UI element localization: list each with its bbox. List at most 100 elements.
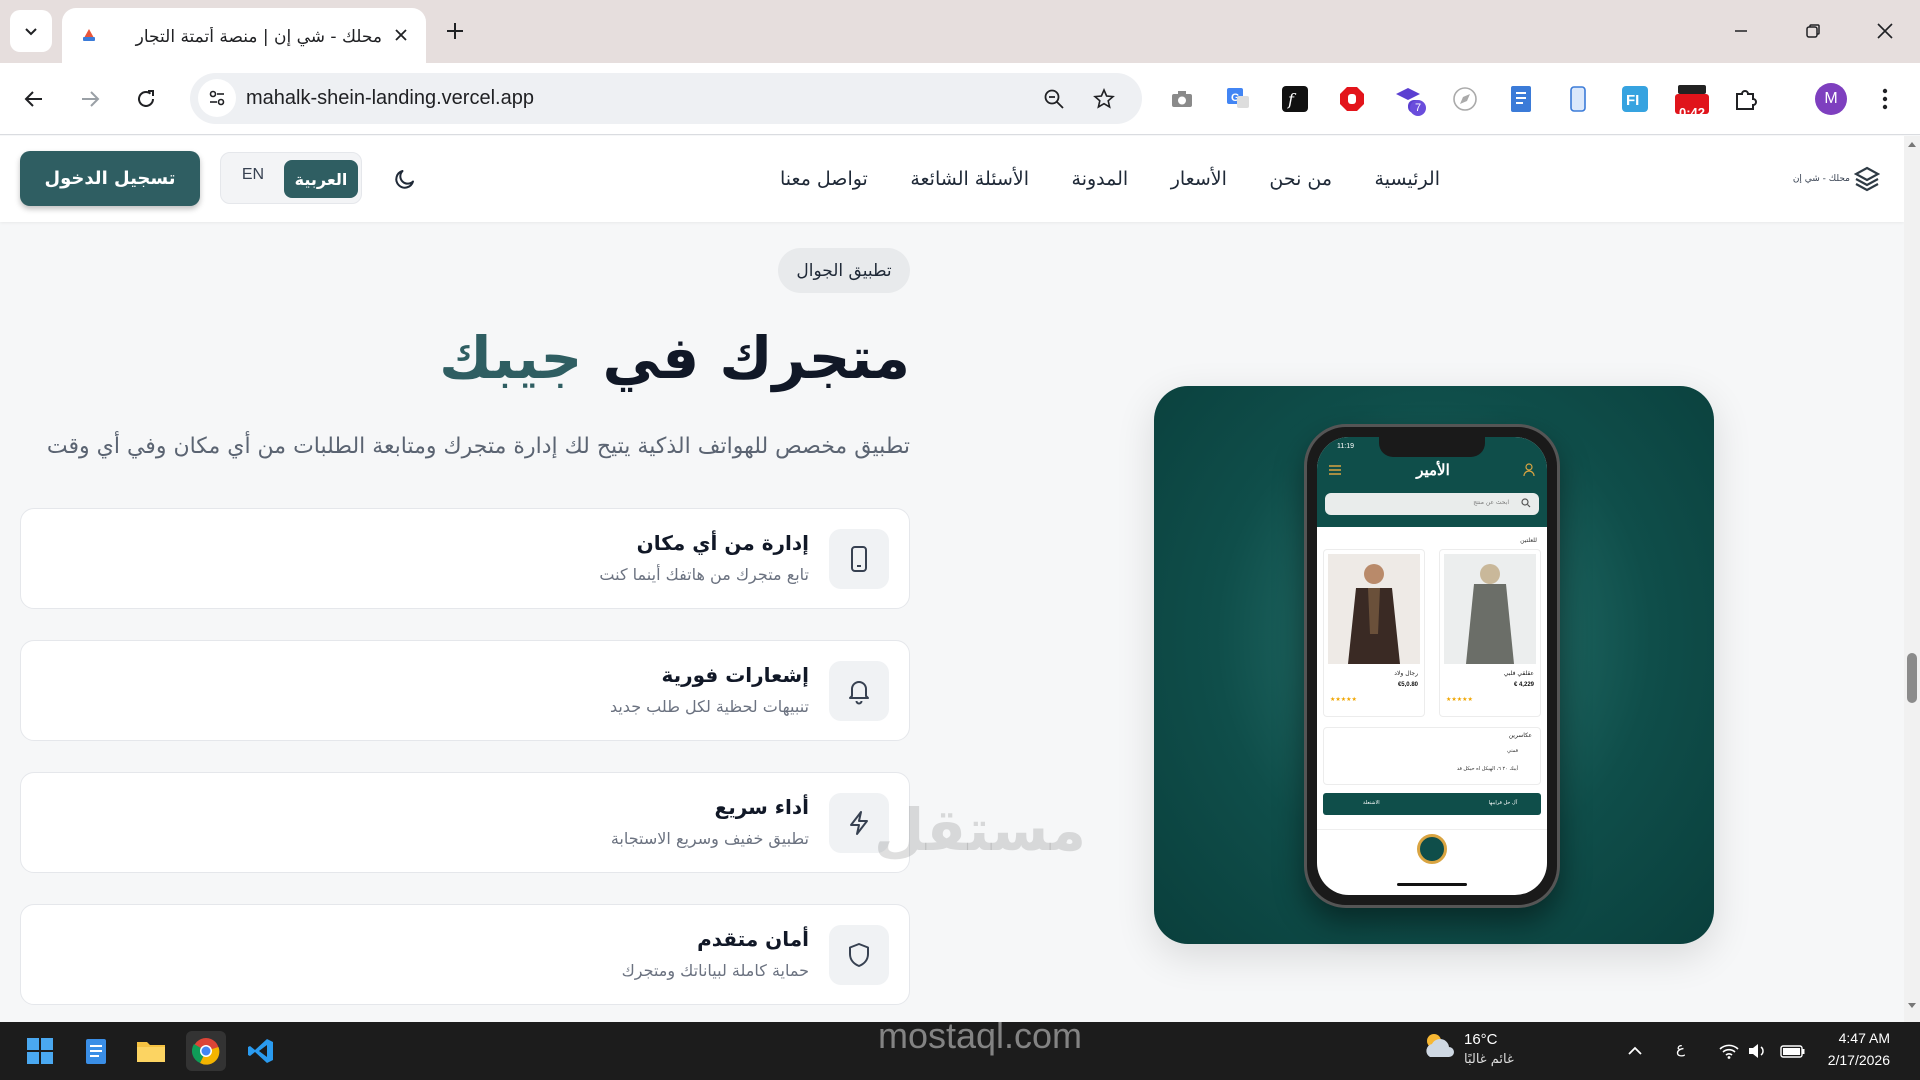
weather-cloud-icon[interactable] <box>1420 1030 1456 1060</box>
phone-frame: 11:19 الأمير ابحث عن منتج للعلتين رجال و… <box>1304 424 1560 908</box>
adblock-extension-icon[interactable] <box>1335 82 1369 116</box>
arrow-left-icon <box>24 91 42 107</box>
theme-toggle-button[interactable] <box>390 164 420 194</box>
headline-main: متجرك في <box>602 324 910 392</box>
feature-title: أداء سريع <box>714 795 809 819</box>
feature-desc: تنبيهات لحظية لكل طلب جديد <box>609 697 809 716</box>
feature-desc: حماية كاملة لبياناتك ومتجرك <box>621 961 809 980</box>
close-tab-icon[interactable] <box>390 24 412 46</box>
address-bar[interactable]: mahalk-shein-landing.vercel.app <box>190 73 1142 124</box>
compass-extension-icon[interactable] <box>1448 82 1482 116</box>
clock-time[interactable]: 4:47 AM <box>1800 1030 1890 1046</box>
site-info-button[interactable] <box>198 79 236 117</box>
scroll-down-icon[interactable] <box>1907 1002 1917 1010</box>
camera-extension-icon[interactable] <box>1165 82 1199 116</box>
site-favicon-icon <box>80 26 98 44</box>
app-user-icon <box>1523 463 1535 477</box>
tab-title: محلك - شي إن | منصة أتمتة التجار <box>135 27 382 47</box>
smartphone-icon <box>851 546 867 572</box>
notepad-app[interactable] <box>76 1031 116 1071</box>
web-page: تسجيل الدخول EN العربية الرئيسية من نحن … <box>0 136 1904 1022</box>
logo-icon <box>1854 166 1880 192</box>
chrome-icon <box>191 1038 220 1065</box>
feature-desc: تطبيق خفيف وسريع الاستجابة <box>610 829 809 848</box>
plus-icon <box>447 23 463 39</box>
menu-kebab-icon[interactable] <box>1868 82 1902 116</box>
new-tab-button[interactable] <box>441 17 469 45</box>
extension-badge: 7 <box>1410 100 1426 116</box>
app-bottom-nav <box>1317 829 1547 877</box>
weather-condition: غائم غالبًا <box>1464 1052 1514 1067</box>
vscode-icon <box>248 1039 273 1063</box>
wifi-icon[interactable] <box>1718 1040 1740 1062</box>
forward-button[interactable] <box>74 83 106 115</box>
folder-icon <box>137 1042 165 1062</box>
restore-button[interactable] <box>1798 16 1828 46</box>
nav-faq[interactable]: الأسئلة الشائعة <box>910 168 1029 190</box>
nav-about[interactable]: من نحن <box>1269 168 1332 190</box>
chevron-up-icon[interactable] <box>1624 1040 1646 1062</box>
login-button[interactable]: تسجيل الدخول <box>20 151 200 206</box>
reload-icon <box>138 90 154 107</box>
nav-blog[interactable]: المدونة <box>1072 168 1129 190</box>
feature-icon-box <box>829 661 889 721</box>
phone-mockup-card: 11:19 الأمير ابحث عن منتج للعلتين رجال و… <box>1154 386 1714 944</box>
volume-icon[interactable] <box>1746 1040 1768 1062</box>
app-product-card: عقلقي فلبي € 4,229 ★★★★★ <box>1439 549 1541 717</box>
minimize-button[interactable] <box>1726 16 1756 46</box>
phone-extension-icon[interactable] <box>1561 82 1595 116</box>
nav-contact[interactable]: تواصل معنا <box>780 168 868 190</box>
reload-button[interactable] <box>130 83 162 115</box>
file-explorer-app[interactable] <box>131 1031 171 1071</box>
formula-extension-icon[interactable]: f <box>1278 82 1312 116</box>
document-extension-icon[interactable] <box>1504 82 1538 116</box>
product-name: عقلقي فلبي <box>1503 670 1534 677</box>
app-logo: الأمير <box>1416 461 1450 479</box>
bookmark-star-icon[interactable] <box>1090 85 1118 113</box>
tab-search-button[interactable] <box>10 10 52 52</box>
feature-card: أداء سريع تطبيق خفيف وسريع الاستجابة <box>20 772 910 873</box>
home-indicator <box>1397 883 1467 886</box>
app-time: 11:19 <box>1337 443 1354 450</box>
shield-icon <box>849 943 869 967</box>
section-badge: تطبيق الجوال <box>778 248 910 293</box>
vscode-app[interactable] <box>241 1031 281 1071</box>
chrome-app[interactable] <box>186 1031 226 1071</box>
translate-extension-icon[interactable]: G <box>1221 82 1255 116</box>
star-rating-icon: ★★★★★ <box>1330 696 1357 703</box>
close-window-button[interactable] <box>1870 16 1900 46</box>
hero-subtitle: تطبيق مخصص للهواتف الذكية يتيح لك إدارة … <box>46 434 910 459</box>
nav-home[interactable]: الرئيسية <box>1375 168 1440 190</box>
product-price: € 4,229 <box>1513 682 1534 688</box>
product-image <box>1444 554 1536 664</box>
app-search-placeholder: ابحث عن منتج <box>1473 499 1509 506</box>
feature-title: إشعارات فورية <box>661 663 809 687</box>
clock-date[interactable]: 2/17/2026 <box>1800 1052 1890 1068</box>
zoom-icon[interactable] <box>1040 85 1068 113</box>
app-cart-summary: عكاسرين قمتي أيبك ٢٠ ٦، الهيكل اه حيكل ق… <box>1323 727 1541 785</box>
feature-title: إدارة من أي مكان <box>636 531 809 555</box>
site-header: تسجيل الدخول EN العربية الرئيسية من نحن … <box>0 136 1904 222</box>
feature-icon-box <box>829 529 889 589</box>
bell-icon <box>849 681 869 705</box>
windows-logo-icon <box>27 1038 53 1064</box>
fi-extension-icon[interactable]: FI <box>1618 82 1652 116</box>
arrow-right-icon <box>82 91 100 107</box>
lang-en-option[interactable]: EN <box>231 166 275 184</box>
back-button[interactable] <box>18 83 50 115</box>
nav-pricing[interactable]: الأسعار <box>1171 168 1227 190</box>
headline-accent: جيبك <box>439 324 583 392</box>
start-button[interactable] <box>20 1031 60 1071</box>
extensions-puzzle-icon[interactable] <box>1729 82 1763 116</box>
input-language[interactable]: ع <box>1676 1039 1685 1057</box>
scroll-up-icon[interactable] <box>1907 140 1917 148</box>
cart-line: قمتي <box>1507 748 1518 754</box>
lang-ar-option[interactable]: العربية <box>284 160 358 198</box>
brand-logo[interactable]: محلك - شي إن <box>1780 164 1880 194</box>
profile-avatar[interactable]: M <box>1815 83 1847 115</box>
app-product-card: رجال ولاد €5,0.80 ★★★★★ <box>1323 549 1425 717</box>
page-scrollbar[interactable] <box>1904 136 1920 1022</box>
scrollbar-thumb[interactable] <box>1907 653 1917 703</box>
feature-card: إدارة من أي مكان تابع متجرك من هاتفك أين… <box>20 508 910 609</box>
browser-tab[interactable]: محلك - شي إن | منصة أتمتة التجار <box>62 8 426 63</box>
